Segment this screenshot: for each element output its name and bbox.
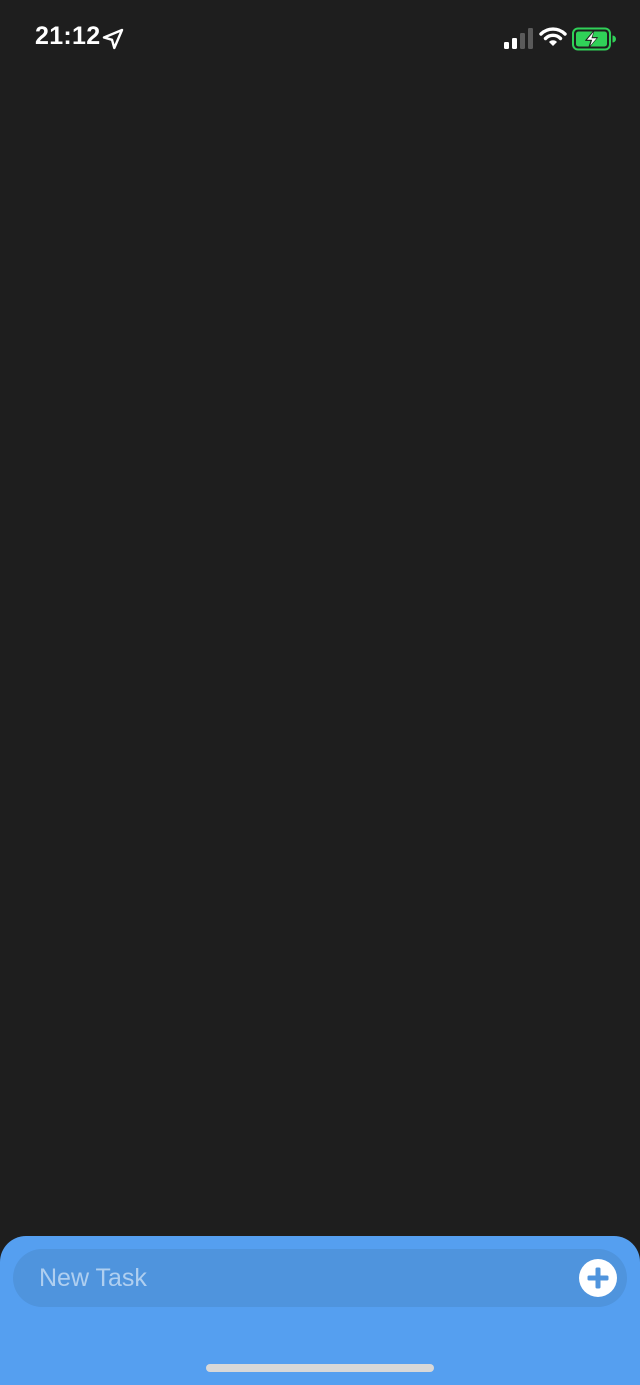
add-task-button[interactable] bbox=[579, 1259, 617, 1297]
new-task-input[interactable] bbox=[39, 1249, 559, 1307]
new-task-field[interactable] bbox=[13, 1249, 627, 1307]
status-bar: 21:12 bbox=[0, 0, 640, 80]
location-arrow-icon bbox=[102, 28, 124, 50]
battery-charging-icon bbox=[572, 27, 616, 51]
home-indicator[interactable] bbox=[206, 1364, 434, 1372]
new-task-panel bbox=[0, 1236, 640, 1385]
task-list bbox=[0, 80, 640, 1236]
status-time: 21:12 bbox=[35, 22, 101, 50]
plus-icon bbox=[587, 1267, 609, 1289]
wifi-icon bbox=[539, 27, 567, 46]
cellular-signal-icon bbox=[504, 28, 533, 49]
app-screen: 21:12 bbox=[0, 0, 640, 1385]
